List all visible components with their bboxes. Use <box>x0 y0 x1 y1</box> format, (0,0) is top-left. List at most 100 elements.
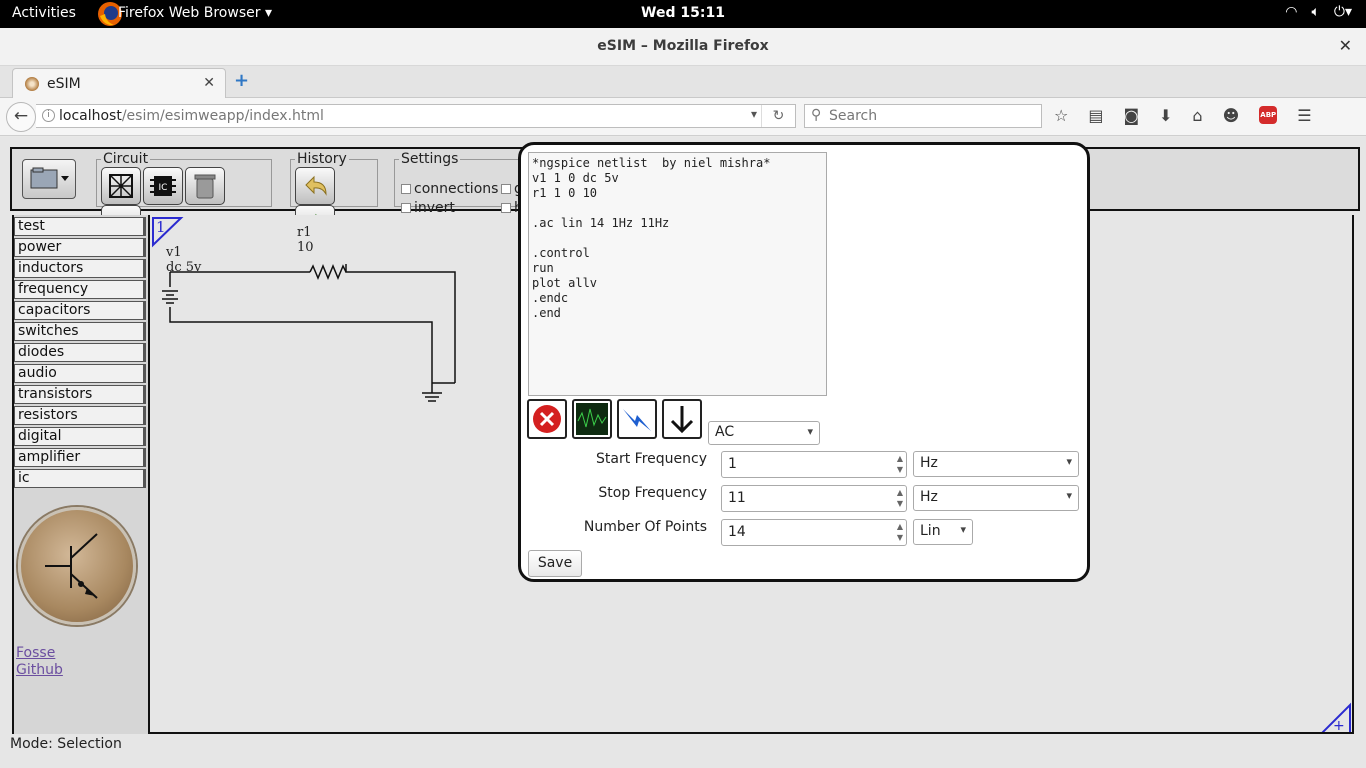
source-name: v1 <box>165 245 182 260</box>
system-tray[interactable]: ◠ 🔈︎ ⏻▾ <box>1285 4 1352 20</box>
category-digital[interactable]: digital <box>14 427 146 446</box>
system-top-bar: Activities Firefox Web Browser ▾ Wed 15:… <box>0 0 1366 28</box>
circuit-group: Circuit IC a <box>96 151 272 243</box>
circuit-legend: Circuit <box>103 151 149 167</box>
fosse-link[interactable]: Fosse <box>16 645 63 662</box>
start-frequency-input[interactable]: 1 ▲ ▼ <box>721 451 907 478</box>
transistor-logo-icon <box>18 507 136 625</box>
category-diodes[interactable]: diodes <box>14 343 146 362</box>
bookmark-star-icon[interactable]: ☆ <box>1054 106 1068 125</box>
open-folder-button[interactable] <box>22 159 76 199</box>
category-frequency[interactable]: frequency <box>14 280 146 299</box>
search-placeholder: Search <box>829 108 878 124</box>
url-text[interactable]: localhost/esim/esimweapp/index.html <box>59 108 324 124</box>
connections-checkbox[interactable]: connections <box>401 181 498 197</box>
tab-bar: eSIM ✕ + <box>0 66 1366 99</box>
ic-chip-button[interactable]: IC <box>143 167 183 205</box>
category-test[interactable]: test <box>14 217 146 236</box>
start-unit-select[interactable]: Hz ▾ <box>913 451 1079 477</box>
chevron-down-icon: ▾ <box>960 523 966 536</box>
undo-button[interactable] <box>295 167 335 205</box>
favicon-icon <box>25 77 39 91</box>
adblock-icon[interactable]: ABP <box>1259 106 1278 124</box>
search-icon: ⚲ <box>811 107 822 123</box>
power-icon[interactable]: ⏻▾ <box>1334 4 1352 20</box>
downloads-icon[interactable]: ⬇ <box>1159 106 1172 125</box>
category-audio[interactable]: audio <box>14 364 146 383</box>
new-tab-plus-icon[interactable]: + <box>234 70 249 91</box>
grid-button[interactable] <box>101 167 141 205</box>
points-scale-select[interactable]: Lin ▾ <box>913 519 973 545</box>
spinner-icon[interactable]: ▲ ▼ <box>897 487 903 509</box>
number-of-points-label: Number Of Points <box>583 519 707 535</box>
chevron-down-icon: ▾ <box>1066 489 1072 502</box>
spinner-icon[interactable]: ▲ ▼ <box>897 453 903 475</box>
close-dialog-button[interactable] <box>527 399 567 439</box>
download-button[interactable] <box>662 399 702 439</box>
page-number: 1 <box>156 218 166 236</box>
tab-close-icon[interactable]: ✕ <box>203 75 215 91</box>
resistor-name: r1 <box>297 225 312 240</box>
clock[interactable]: Wed 15:11 <box>0 5 1366 21</box>
window-title: eSIM – Mozilla Firefox <box>597 38 769 54</box>
folder-icon <box>30 167 69 189</box>
grid-icon <box>109 174 133 198</box>
history-group: History <box>290 151 378 243</box>
chat-icon[interactable]: ☻ <box>1223 106 1240 125</box>
history-legend: History <box>297 151 347 167</box>
wifi-icon[interactable]: ◠ <box>1285 4 1297 20</box>
volume-icon[interactable]: 🔈︎ <box>1311 4 1319 20</box>
window-close-icon[interactable]: ✕ <box>1339 36 1352 55</box>
search-input[interactable]: ⚲ Search <box>804 104 1042 128</box>
tab-esim[interactable]: eSIM ✕ <box>12 68 226 99</box>
window-titlebar: eSIM – Mozilla Firefox ✕ <box>0 28 1366 66</box>
category-resistors[interactable]: resistors <box>14 406 146 425</box>
reload-icon[interactable]: ↻ <box>761 105 795 127</box>
save-button[interactable]: Save <box>528 550 582 577</box>
down-arrow-icon <box>670 406 694 434</box>
url-bar[interactable]: i localhost/esim/esimweapp/index.html ▾ … <box>36 104 796 128</box>
category-capacitors[interactable]: capacitors <box>14 301 146 320</box>
pocket-icon[interactable]: ◙ <box>1123 106 1139 125</box>
circuit-wires <box>162 264 456 402</box>
stop-frequency-input[interactable]: 11 ▲ ▼ <box>721 485 907 512</box>
site-info-icon[interactable]: i <box>42 109 55 122</box>
settings-legend: Settings <box>401 151 459 167</box>
reading-list-icon[interactable]: ▤ <box>1088 106 1103 125</box>
delete-button[interactable] <box>185 167 225 205</box>
category-transistors[interactable]: transistors <box>14 385 146 404</box>
category-amplifier[interactable]: amplifier <box>14 448 146 467</box>
category-ic[interactable]: ic <box>14 469 146 488</box>
number-of-points-input[interactable]: 14 ▲ ▼ <box>721 519 907 546</box>
component-sidebar: test power inductors frequency capacitor… <box>12 215 148 734</box>
add-page-plus: + <box>1333 718 1345 732</box>
footer-links: Fosse Github <box>16 645 63 679</box>
tab-label: eSIM <box>47 76 81 92</box>
hamburger-menu-icon[interactable]: ☰ <box>1297 106 1311 125</box>
simulate-button[interactable] <box>617 399 657 439</box>
lightning-icon <box>623 409 651 431</box>
simulation-dialog: *ngspice netlist by niel mishra* v1 1 0 … <box>518 142 1090 582</box>
chip-icon: IC <box>150 176 176 196</box>
category-inductors[interactable]: inductors <box>14 259 146 278</box>
oscilloscope-button[interactable] <box>572 399 612 439</box>
toolbar-icons: ☆ ▤ ◙ ⬇ ⌂ ☻ ABP ☰ <box>1054 106 1312 125</box>
resistor-value: 10 <box>297 240 314 255</box>
start-frequency-label: Start Frequency <box>596 451 707 467</box>
netlist-textarea[interactable]: *ngspice netlist by niel mishra* v1 1 0 … <box>528 152 827 396</box>
stop-unit-select[interactable]: Hz ▾ <box>913 485 1079 511</box>
url-history-chevron-icon[interactable]: ▾ <box>751 107 757 121</box>
svg-text:IC: IC <box>159 183 168 193</box>
invert-checkbox[interactable]: invert <box>401 200 455 216</box>
category-switches[interactable]: switches <box>14 322 146 341</box>
mode-status: Mode: Selection <box>10 736 122 752</box>
oscilloscope-icon <box>576 403 608 435</box>
category-power[interactable]: power <box>14 238 146 257</box>
home-icon[interactable]: ⌂ <box>1192 106 1202 125</box>
github-link[interactable]: Github <box>16 662 63 679</box>
trash-icon <box>194 174 216 199</box>
spinner-icon[interactable]: ▲ ▼ <box>897 521 903 543</box>
navigation-bar: ← i localhost/esim/esimweapp/index.html … <box>0 98 1366 136</box>
back-arrow-icon[interactable]: ← <box>6 102 36 132</box>
simulation-type-select[interactable]: AC ▾ <box>708 421 820 445</box>
